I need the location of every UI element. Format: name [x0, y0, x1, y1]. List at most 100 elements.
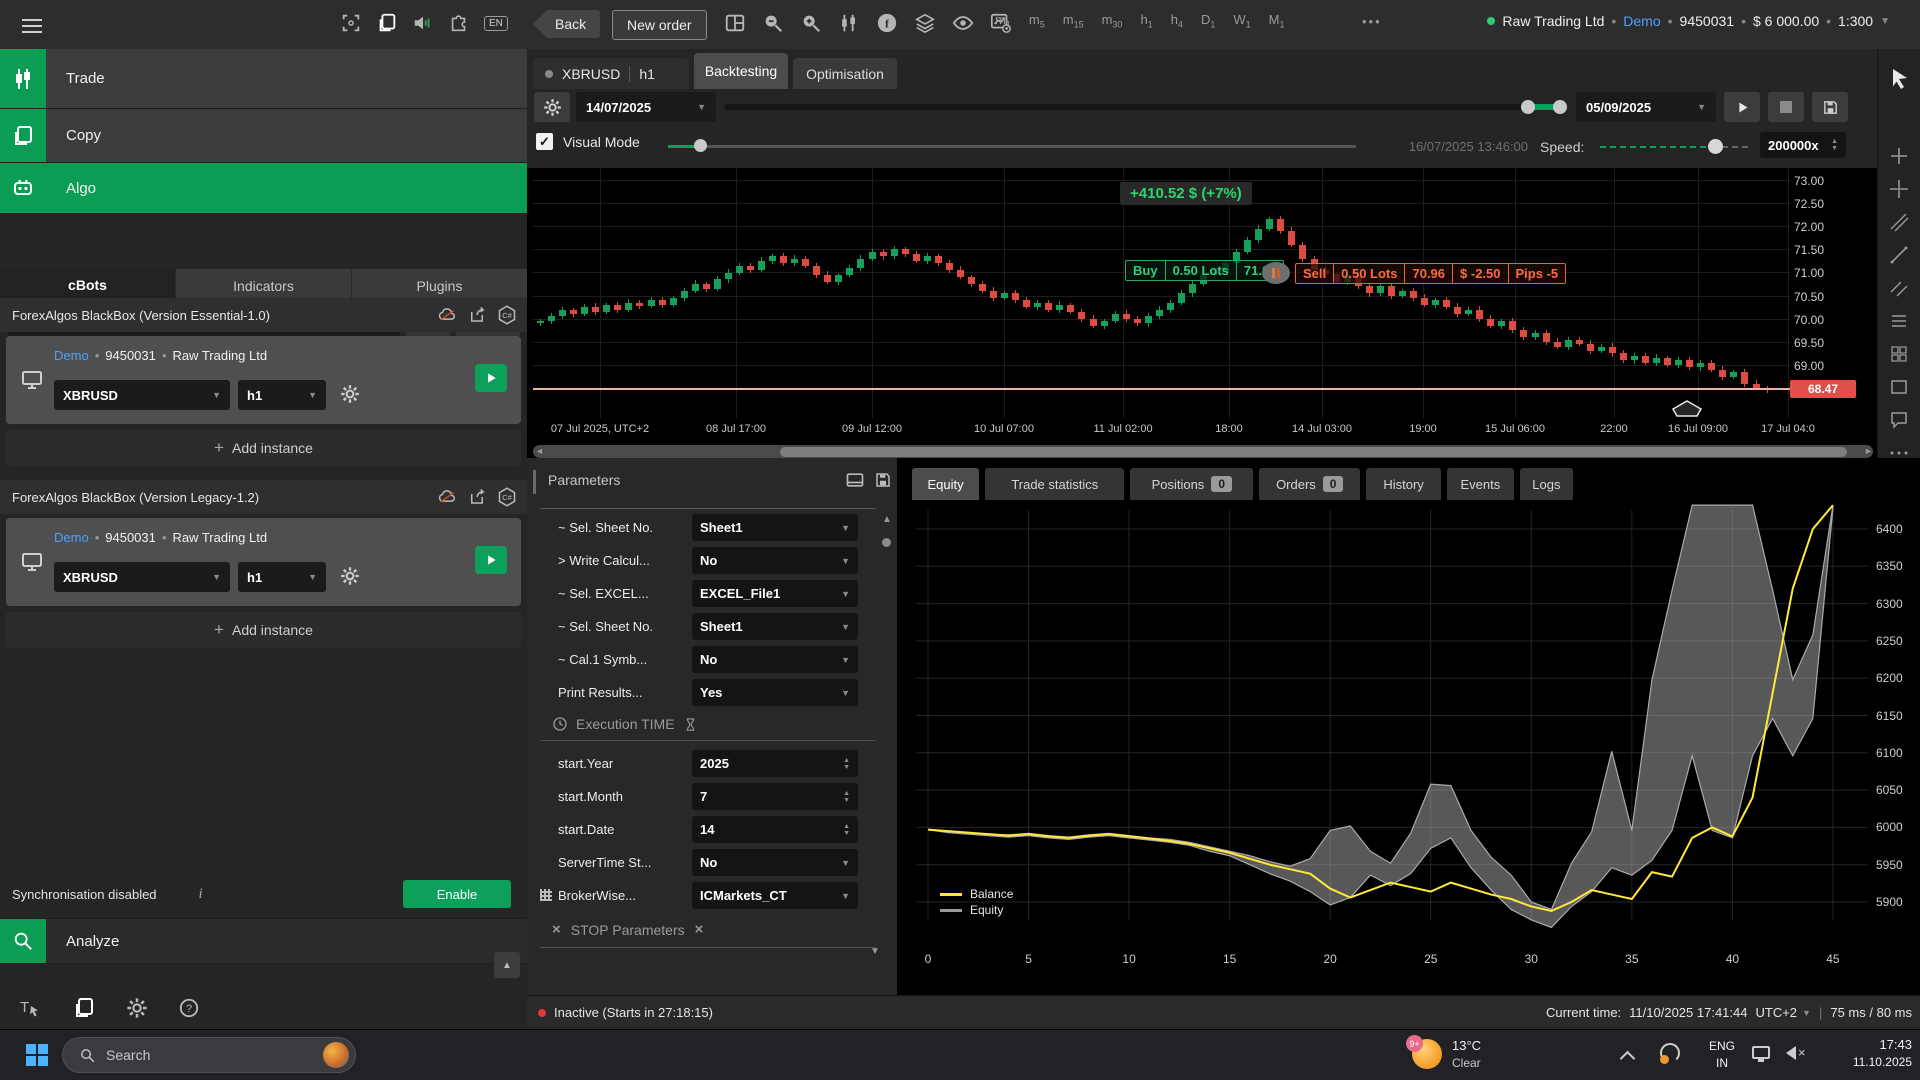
- scroll-right-icon[interactable]: ►: [1864, 446, 1873, 456]
- channel-tool-icon[interactable]: [1888, 277, 1910, 299]
- pointer-tool-icon[interactable]: [1888, 67, 1910, 89]
- add-instance-button[interactable]: + Add instance: [6, 430, 521, 466]
- back-button[interactable]: Back: [533, 10, 601, 38]
- share-icon[interactable]: [468, 488, 486, 506]
- timeframe-select[interactable]: h1 ▼: [238, 562, 326, 592]
- sidebar-item-trade[interactable]: Trade: [0, 49, 527, 109]
- cbot-header[interactable]: ForexAlgos BlackBox (Version Legacy-1.2): [0, 480, 527, 514]
- share-icon[interactable]: [468, 306, 486, 324]
- speed-slider-track[interactable]: [1600, 146, 1716, 148]
- cloud-disabled-icon[interactable]: [437, 487, 457, 507]
- timeframe-W1[interactable]: W1: [1233, 12, 1250, 30]
- taskbar-search-input[interactable]: Search: [62, 1037, 356, 1073]
- parameter-select[interactable]: Yes ▼: [692, 679, 858, 706]
- start-date-select[interactable]: 14/07/2025 ▼: [576, 92, 716, 122]
- tab-symbol-chart[interactable]: XBRUSD h1: [533, 58, 689, 89]
- chart-layout-icon[interactable]: [724, 12, 746, 34]
- layers-icon[interactable]: [914, 12, 936, 34]
- tab-trade-statistics[interactable]: Trade statistics: [985, 468, 1125, 500]
- frame-tool-icon[interactable]: [1888, 376, 1910, 398]
- chat-tool-icon[interactable]: [1888, 409, 1910, 431]
- timezone-select[interactable]: UTC+2 ▼: [1756, 1005, 1811, 1020]
- csharp-icon[interactable]: [497, 305, 517, 325]
- equity-chart[interactable]: [908, 500, 1920, 995]
- chart-hscrollbar-thumb[interactable]: [780, 446, 1847, 457]
- symbol-select[interactable]: XBRUSD ▼: [54, 562, 230, 592]
- parameter-select[interactable]: No ▼: [692, 849, 858, 876]
- menu-icon[interactable]: [22, 15, 42, 37]
- timeframe-m30[interactable]: m30: [1102, 12, 1123, 30]
- tab-optimisation[interactable]: Optimisation: [793, 58, 897, 89]
- sync-tray-icon[interactable]: [1660, 1043, 1680, 1064]
- parameter-stepper[interactable]: 14 ▲ ▼: [692, 816, 858, 843]
- enable-sync-button[interactable]: Enable: [403, 880, 511, 908]
- account-info[interactable]: Raw Trading Ltd • Demo • 9450031 • $ 6 0…: [1487, 13, 1890, 29]
- speaker-icon[interactable]: [412, 12, 434, 34]
- parameter-select[interactable]: No ▼: [692, 646, 858, 673]
- timeframe-m5[interactable]: m5: [1029, 12, 1045, 30]
- backtest-range-track[interactable]: [724, 104, 1524, 110]
- tab-history[interactable]: History: [1366, 468, 1441, 500]
- params-scroll-thumb[interactable]: [882, 538, 891, 547]
- more-timeframes-icon[interactable]: •••: [1362, 14, 1382, 29]
- pitch-tool-icon[interactable]: [1888, 211, 1910, 233]
- tab-events[interactable]: Events: [1446, 468, 1514, 500]
- network-tray-icon[interactable]: [1752, 1046, 1770, 1062]
- tab-logs[interactable]: Logs: [1520, 468, 1573, 500]
- range-start-handle[interactable]: [1521, 100, 1535, 114]
- tray-expand-icon[interactable]: [1619, 1050, 1636, 1067]
- tab-orders[interactable]: Orders 0: [1259, 468, 1361, 500]
- backtest-stop-button[interactable]: [1768, 92, 1804, 122]
- timeframe-m1[interactable]: m1: [995, 12, 1011, 30]
- csharp-icon[interactable]: [497, 487, 517, 507]
- grid-tool-icon[interactable]: [1888, 343, 1910, 365]
- backtest-report-button[interactable]: [1812, 92, 1848, 122]
- add-instance-button[interactable]: + Add instance: [6, 612, 521, 648]
- parameter-select[interactable]: Sheet1 ▼: [692, 514, 858, 541]
- weather-temp[interactable]: 13°C: [1452, 1038, 1481, 1053]
- zoom-in-icon[interactable]: [800, 12, 822, 34]
- timeframe-select[interactable]: h1 ▼: [238, 380, 326, 410]
- volume-muted-icon[interactable]: ×: [1786, 1045, 1806, 1060]
- params-scroll-down-icon[interactable]: ▼: [870, 946, 880, 957]
- clock-time[interactable]: 17:43: [1828, 1037, 1912, 1052]
- timeframe-h4[interactable]: h4: [1171, 12, 1183, 30]
- windows-icon[interactable]: [376, 12, 398, 34]
- speed-value-stepper[interactable]: 200000x ▲ ▼: [1760, 132, 1846, 158]
- language-badge[interactable]: EN: [484, 15, 508, 31]
- open-parameters-icon[interactable]: [845, 470, 865, 490]
- start-cbot-button[interactable]: [475, 364, 507, 392]
- cbot-header[interactable]: ForexAlgos BlackBox (Version Essential-1…: [0, 298, 527, 332]
- start-cbot-button[interactable]: [475, 546, 507, 574]
- end-date-select[interactable]: 05/09/2025 ▼: [1576, 92, 1716, 122]
- backtest-play-button[interactable]: [1724, 92, 1760, 122]
- parameter-stepper[interactable]: 2025 ▲ ▼: [692, 750, 858, 777]
- save-parameters-icon[interactable]: [874, 471, 892, 489]
- weather-condition[interactable]: Clear: [1452, 1056, 1481, 1070]
- parameter-select[interactable]: No ▼: [692, 547, 858, 574]
- parameter-select[interactable]: EXCEL_File1 ▼: [692, 580, 858, 607]
- help-icon[interactable]: [178, 997, 200, 1019]
- focus-icon[interactable]: [340, 12, 362, 34]
- symbol-select[interactable]: XBRUSD ▼: [54, 380, 230, 410]
- settings-gear-icon[interactable]: [126, 997, 148, 1019]
- chart-type-icon[interactable]: [838, 12, 860, 34]
- range-end-handle[interactable]: [1553, 100, 1567, 114]
- params-scroll-up-icon[interactable]: ▲: [882, 514, 892, 525]
- start-button[interactable]: [26, 1044, 48, 1066]
- timeframe-h1[interactable]: h1: [1140, 12, 1152, 30]
- info-icon[interactable]: i: [199, 886, 203, 903]
- timeframe-m15[interactable]: m15: [1063, 12, 1084, 30]
- parameter-select[interactable]: ICMarkets_CT ▼: [692, 882, 858, 909]
- speed-slider-handle[interactable]: [1708, 139, 1723, 154]
- language-tray[interactable]: ENG IN: [1702, 1038, 1742, 1072]
- parameter-select[interactable]: Sheet1 ▼: [692, 613, 858, 640]
- panel-grip[interactable]: [533, 470, 536, 494]
- text-tool-icon[interactable]: [18, 996, 42, 1020]
- instance-settings-icon[interactable]: [340, 566, 360, 586]
- tab-equity[interactable]: Equity: [912, 468, 980, 500]
- backtest-settings-button[interactable]: [534, 92, 570, 122]
- playback-progress-track[interactable]: [668, 145, 1356, 148]
- visibility-icon[interactable]: [952, 12, 974, 34]
- sidebar-item-analyze[interactable]: Analyze: [0, 918, 527, 964]
